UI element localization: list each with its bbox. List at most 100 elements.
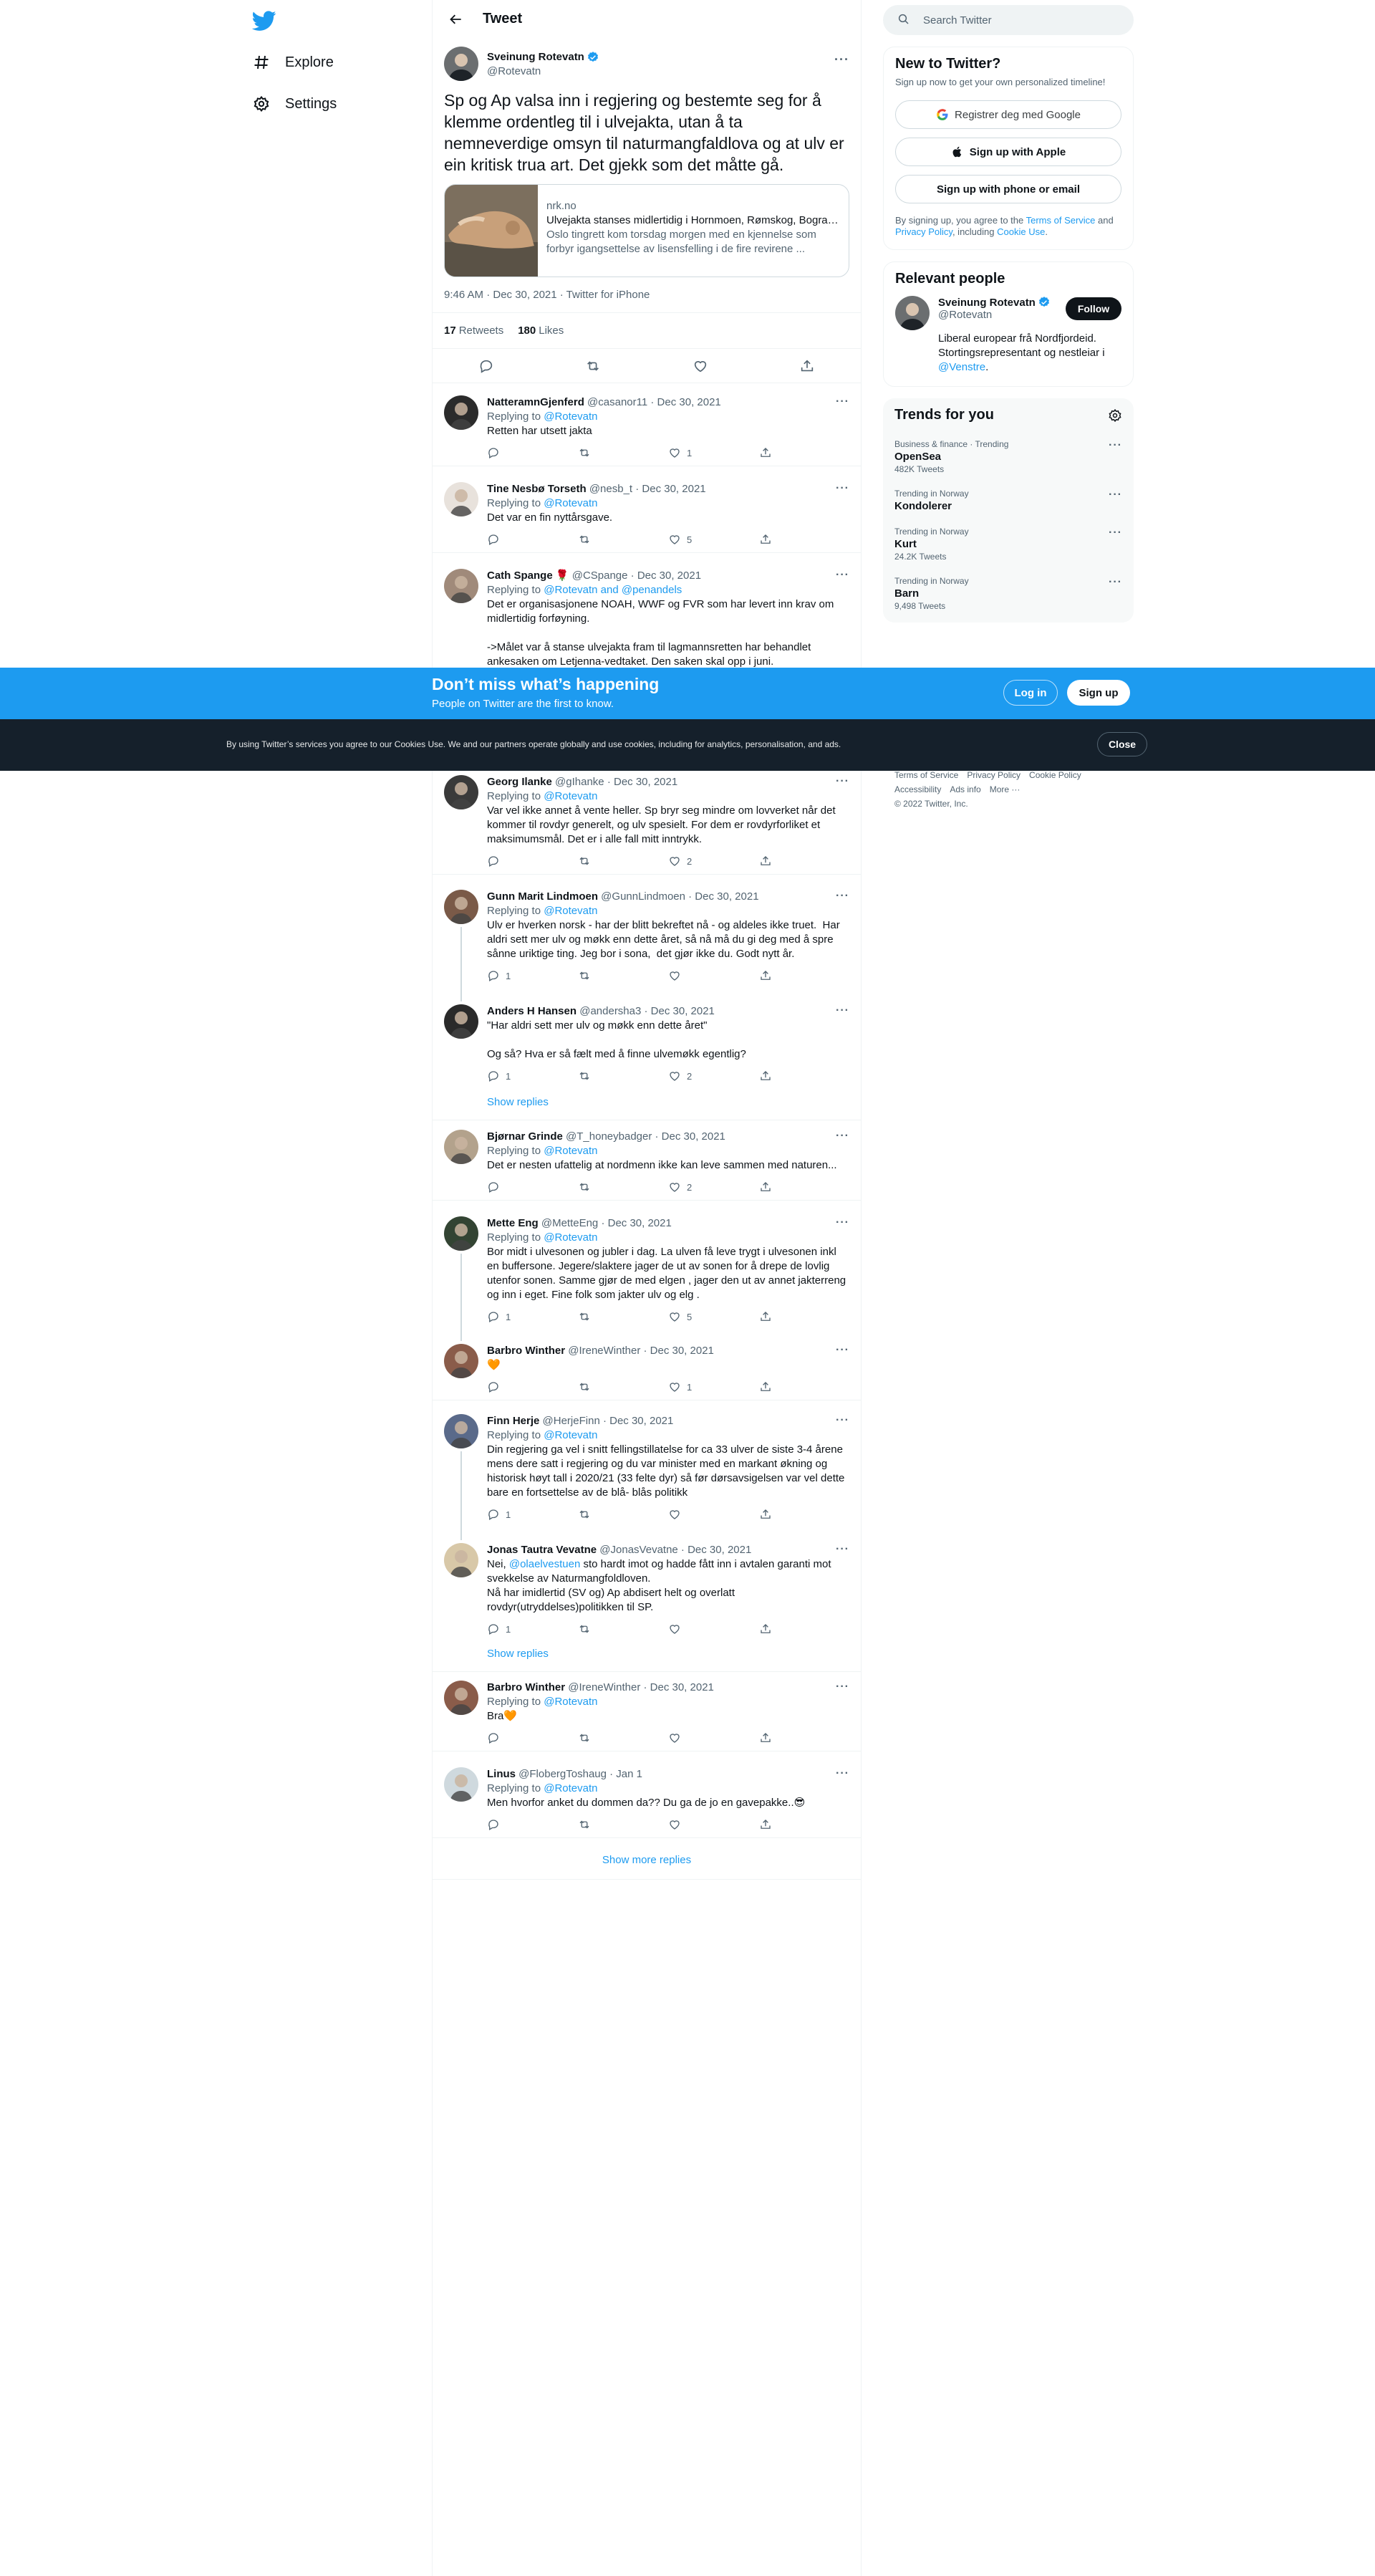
share-action[interactable] xyxy=(759,1310,850,1323)
reply-author-handle-date[interactable]: @CSpange · Dec 30, 2021 xyxy=(572,569,701,582)
reply-tweet[interactable]: Barbro Winther @IreneWinther · Dec 30, 2… xyxy=(433,1672,861,1751)
reply-action[interactable]: 1 xyxy=(487,1623,578,1635)
reply-tweet[interactable]: Anders H Hansen @andersha3 · Dec 30, 202… xyxy=(433,996,861,1089)
reply-tweet[interactable]: Georg Ilanke @gIhanke · Dec 30, 2021 ··· R… xyxy=(433,766,861,875)
show-replies-button[interactable]: Show replies xyxy=(433,1089,861,1120)
avatar[interactable] xyxy=(444,569,478,603)
reply-action[interactable]: 1 xyxy=(487,1508,578,1521)
reply-author-name[interactable]: Mette Eng xyxy=(487,1217,539,1229)
reply-tweet[interactable]: Bjørnar Grinde @T_honeybadger · Dec 30, … xyxy=(433,1121,861,1201)
like-action[interactable]: 5 xyxy=(668,1310,759,1323)
footer-link[interactable]: Terms of Service xyxy=(894,770,958,780)
reply-author-handle-date[interactable]: @IreneWinther · Dec 30, 2021 xyxy=(568,1681,714,1693)
reply-action[interactable] xyxy=(487,1181,578,1193)
avatar[interactable] xyxy=(444,1681,478,1715)
retweet-action[interactable] xyxy=(578,446,669,459)
more-options-icon[interactable]: ··· xyxy=(836,1344,849,1357)
replying-to-link[interactable]: @Rotevatn xyxy=(544,1696,597,1708)
phone-email-signup-button[interactable]: Sign up with phone or email xyxy=(895,175,1121,203)
reply-mention-link[interactable]: @olaelvestuen xyxy=(509,1558,580,1570)
trend-item[interactable]: Trending in Norway Kondolerer ··· xyxy=(883,481,1134,519)
retweet-action[interactable] xyxy=(578,1623,669,1635)
like-action[interactable] xyxy=(668,1623,759,1635)
relevant-person-name[interactable]: Sveinung Rotevatn xyxy=(938,296,1060,309)
apple-signup-button[interactable]: Sign up with Apple xyxy=(895,138,1121,166)
reply-author-handle-date[interactable]: @JonasVevatne · Dec 30, 2021 xyxy=(599,1544,751,1556)
reply-author-handle-date[interactable]: @gIhanke · Dec 30, 2021 xyxy=(555,776,677,788)
relevant-person-handle[interactable]: @Rotevatn xyxy=(938,309,1060,321)
more-options-icon[interactable]: ··· xyxy=(1109,527,1122,539)
reply-tweet[interactable]: NatteramnGjenferd @casanor11 · Dec 30, 2… xyxy=(433,387,861,466)
reply-author-name[interactable]: NatteramnGjenferd xyxy=(487,396,584,408)
replying-to-link[interactable]: @Rotevatn xyxy=(544,497,597,509)
retweet-action[interactable] xyxy=(578,1508,669,1521)
more-options-icon[interactable]: ··· xyxy=(836,1216,849,1229)
like-action[interactable]: 2 xyxy=(668,855,759,868)
share-action[interactable] xyxy=(759,1731,850,1744)
reply-tweet[interactable]: Gunn Marit Lindmoen @GunnLindmoen · Dec … xyxy=(433,881,861,989)
reply-author-handle-date[interactable]: @T_honeybadger · Dec 30, 2021 xyxy=(566,1130,725,1143)
reply-action[interactable]: 1 xyxy=(487,969,578,982)
avatar[interactable] xyxy=(444,1004,478,1039)
likes-stat[interactable]: 180 Likes xyxy=(518,325,564,337)
reply-tweet[interactable]: Mette Eng @MetteEng · Dec 30, 2021 ··· Rep… xyxy=(433,1208,861,1330)
more-options-icon[interactable]: ··· xyxy=(836,395,849,408)
search-input[interactable]: Search Twitter xyxy=(883,5,1134,35)
more-options-icon[interactable]: ··· xyxy=(836,569,849,582)
reply-action[interactable] xyxy=(487,446,578,459)
avatar[interactable] xyxy=(444,1130,478,1164)
reply-tweet[interactable]: Cath Spange 🌹 @CSpange · Dec 30, 2021 ···… xyxy=(433,560,861,676)
share-action[interactable] xyxy=(759,1818,850,1831)
settings-gear-icon[interactable] xyxy=(1108,408,1122,423)
replying-to-link[interactable]: @Rotevatn xyxy=(544,410,597,423)
more-options-icon[interactable]: ··· xyxy=(1109,439,1122,452)
more-options-icon[interactable]: ··· xyxy=(836,1130,849,1143)
follow-button[interactable]: Follow xyxy=(1066,297,1121,320)
back-arrow-icon[interactable] xyxy=(444,7,468,32)
retweet-action[interactable] xyxy=(578,1181,669,1193)
retweet-action[interactable] xyxy=(578,1310,669,1323)
like-action[interactable]: 5 xyxy=(668,533,759,546)
reply-action[interactable] xyxy=(487,855,578,868)
reply-action[interactable] xyxy=(487,1380,578,1393)
signup-button[interactable]: Sign up xyxy=(1067,680,1130,706)
avatar[interactable] xyxy=(444,775,478,809)
reply-tweet[interactable]: Finn Herje @HerjeFinn · Dec 30, 2021 ··· R… xyxy=(433,1405,861,1527)
cookie-close-button[interactable]: Close xyxy=(1097,732,1147,756)
like-action[interactable] xyxy=(668,1818,759,1831)
more-options-icon[interactable]: ··· xyxy=(836,1414,849,1427)
reply-author-handle-date[interactable]: @casanor11 · Dec 30, 2021 xyxy=(587,396,721,408)
twitter-logo-icon[interactable] xyxy=(251,9,276,33)
replying-to-link[interactable]: @Rotevatn and @penandels xyxy=(544,584,682,596)
avatar[interactable] xyxy=(444,1344,478,1378)
reply-author-handle-date[interactable]: @HerjeFinn · Dec 30, 2021 xyxy=(543,1415,674,1427)
avatar[interactable] xyxy=(444,1216,478,1251)
reply-author-name[interactable]: Jonas Tautra Vevatne xyxy=(487,1544,597,1556)
like-action[interactable]: 2 xyxy=(668,1181,759,1193)
reply-action[interactable]: 1 xyxy=(487,1310,578,1323)
more-options-icon[interactable]: ··· xyxy=(836,1543,849,1556)
reply-action[interactable] xyxy=(487,1818,578,1831)
share-action[interactable] xyxy=(759,969,850,982)
replying-to-link[interactable]: @Rotevatn xyxy=(544,1429,597,1441)
author-handle[interactable]: @Rotevatn xyxy=(487,65,599,77)
reply-tweet[interactable]: Barbro Winther @IreneWinther · Dec 30, 2… xyxy=(433,1335,861,1400)
google-signup-button[interactable]: Registrer deg med Google xyxy=(895,100,1121,129)
more-options-icon[interactable]: ··· xyxy=(836,890,849,903)
reply-author-name[interactable]: Tine Nesbø Torseth xyxy=(487,483,587,495)
reply-tweet[interactable]: Linus @FlobergToshaug · Jan 1 ··· Replying… xyxy=(433,1759,861,1838)
more-options-icon[interactable]: ··· xyxy=(836,1767,849,1780)
avatar[interactable] xyxy=(444,395,478,430)
retweet-action[interactable] xyxy=(578,1380,669,1393)
like-action[interactable] xyxy=(668,1508,759,1521)
privacy-policy-link[interactable]: Privacy Policy xyxy=(895,226,952,237)
more-options-icon[interactable]: ··· xyxy=(1109,576,1122,589)
terms-of-service-link[interactable]: Terms of Service xyxy=(1026,215,1096,226)
reply-author-name[interactable]: Linus xyxy=(487,1768,516,1780)
reply-action[interactable] xyxy=(487,533,578,546)
nav-settings[interactable]: Settings xyxy=(252,86,337,122)
avatar[interactable] xyxy=(444,1767,478,1802)
retweet-action[interactable] xyxy=(578,969,669,982)
retweet-icon[interactable] xyxy=(584,357,602,375)
footer-link[interactable]: Accessibility xyxy=(894,784,941,794)
